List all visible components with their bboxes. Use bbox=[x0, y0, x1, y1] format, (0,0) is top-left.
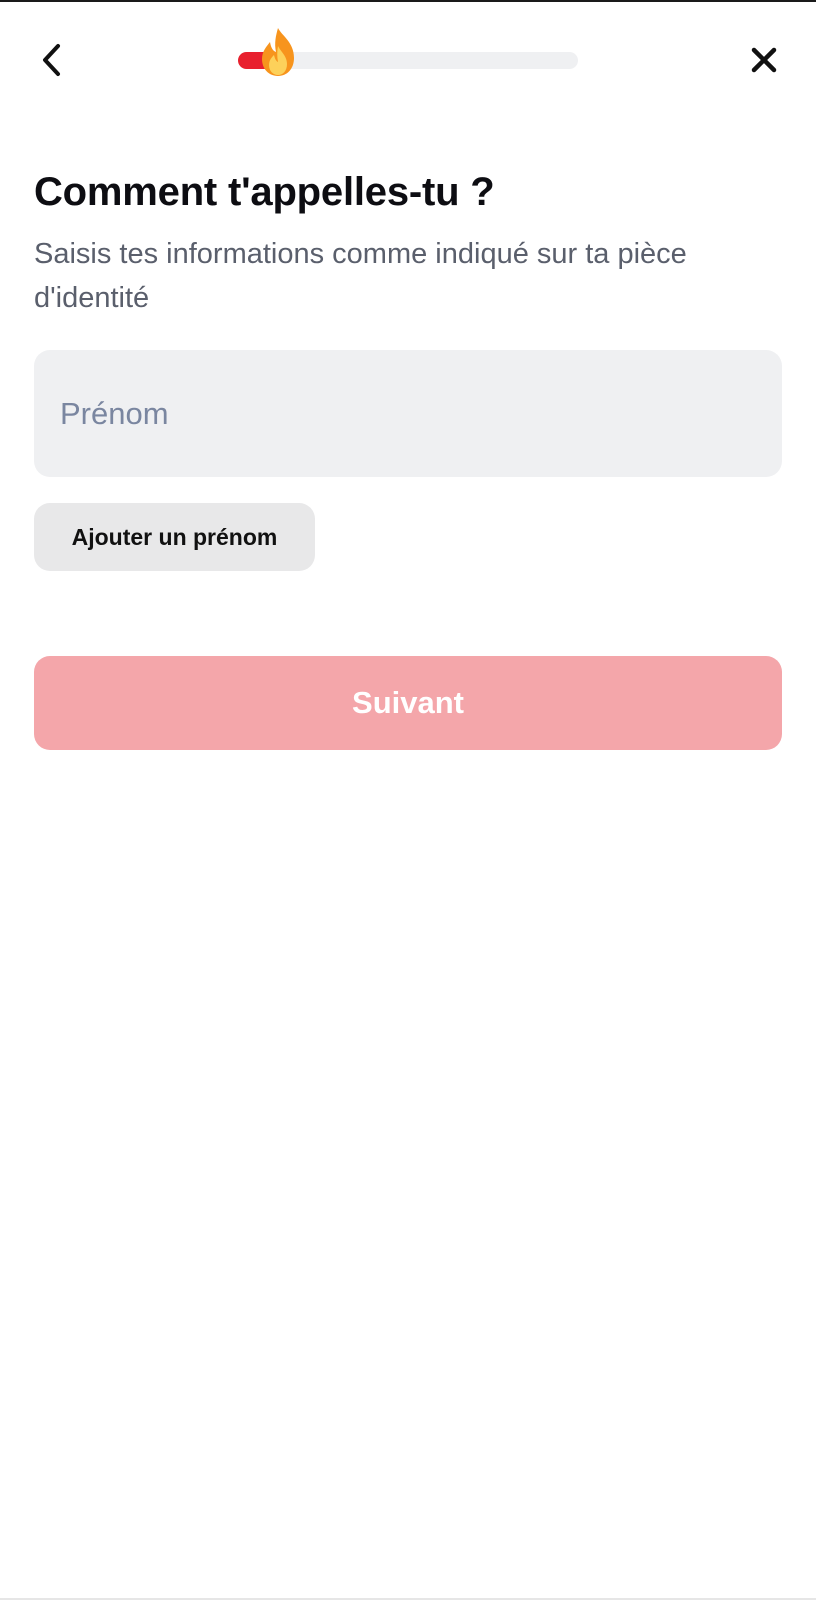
flame-icon bbox=[262, 28, 294, 76]
progress-bar bbox=[238, 28, 578, 76]
page-title: Comment t'appelles-tu ? bbox=[34, 170, 495, 214]
first-name-field bbox=[34, 350, 782, 477]
back-button[interactable] bbox=[30, 38, 74, 82]
next-button[interactable]: Suivant bbox=[34, 656, 782, 750]
first-name-input[interactable] bbox=[34, 350, 782, 477]
name-entry-screen: Comment t'appelles-tu ? Saisis tes infor… bbox=[0, 0, 816, 1600]
top-bar bbox=[0, 2, 816, 122]
close-button[interactable] bbox=[742, 38, 786, 82]
page-subtitle: Saisis tes informations comme indiqué su… bbox=[34, 238, 687, 314]
add-first-name-button[interactable]: Ajouter un prénom bbox=[34, 503, 315, 571]
chevron-left-icon bbox=[43, 44, 60, 76]
close-icon bbox=[751, 47, 777, 73]
